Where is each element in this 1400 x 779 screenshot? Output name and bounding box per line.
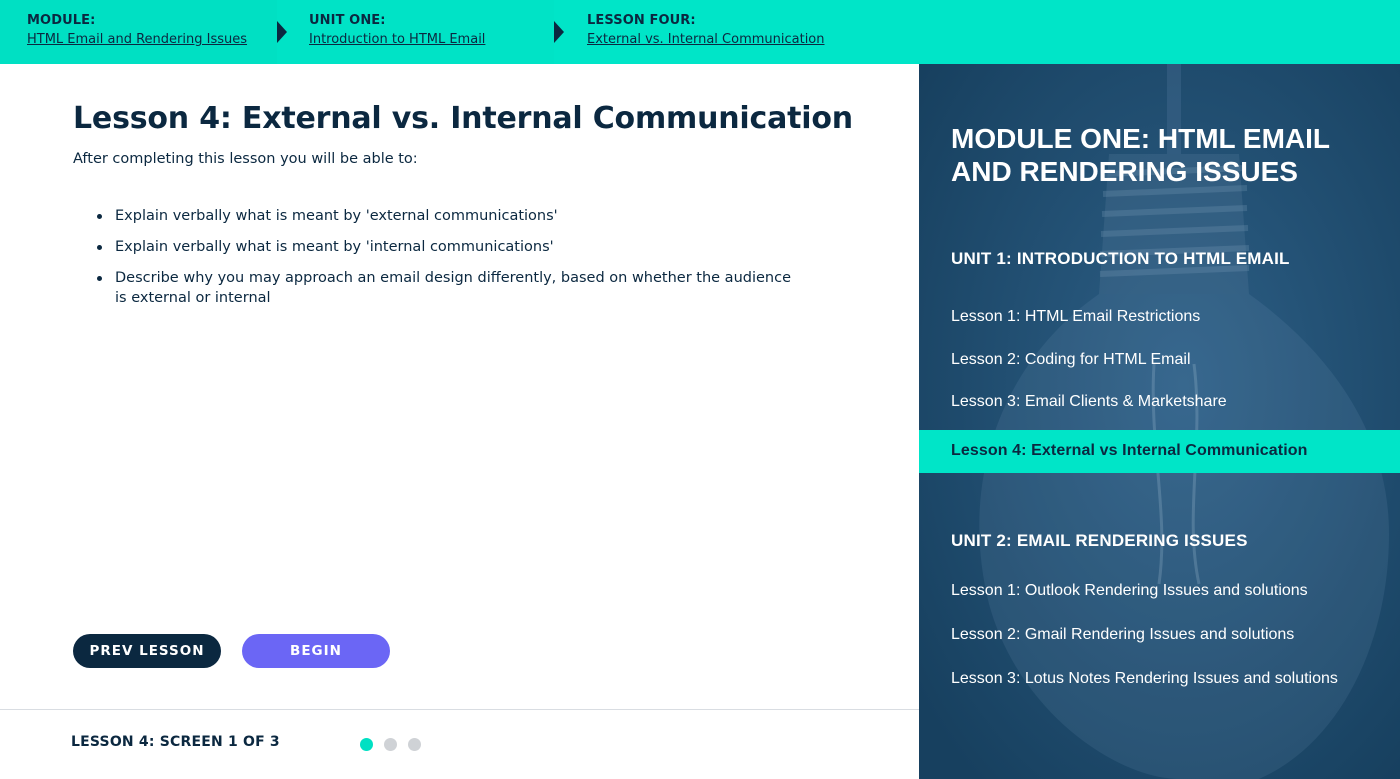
- sidebar-module-title: MODULE ONE: HTML EMAIL AND RENDERING ISS…: [951, 123, 1330, 187]
- objectives-list: Explain verbally what is meant by 'exter…: [96, 206, 796, 319]
- breadcrumb-module-title: MODULE:: [27, 13, 96, 28]
- sidebar-lesson-item[interactable]: Lesson 2: Gmail Rendering Issues and sol…: [951, 626, 1294, 644]
- objective-item: Describe why you may approach an email d…: [96, 268, 796, 308]
- course-sidebar: MODULE ONE: HTML EMAIL AND RENDERING ISS…: [919, 64, 1400, 779]
- breadcrumb-lesson: LESSON FOUR: External vs. Internal Commu…: [554, 0, 1400, 64]
- screen-dot-1[interactable]: [360, 738, 373, 751]
- lesson-intro: After completing this lesson you will be…: [73, 151, 418, 167]
- breadcrumb-module-link[interactable]: HTML Email and Rendering Issues: [27, 32, 277, 47]
- prev-lesson-button[interactable]: PREV LESSON: [73, 634, 221, 668]
- breadcrumb-unit-link[interactable]: Introduction to HTML Email: [309, 32, 554, 47]
- sidebar-lesson-item-active[interactable]: Lesson 4: External vs Internal Communica…: [919, 430, 1400, 473]
- chevron-right-icon: [554, 21, 564, 43]
- objective-item: Explain verbally what is meant by 'inter…: [96, 237, 796, 257]
- screen-dot-2[interactable]: [384, 738, 397, 751]
- breadcrumb-module: MODULE: HTML Email and Rendering Issues: [0, 0, 287, 64]
- page-title: Lesson 4: External vs. Internal Communic…: [73, 101, 853, 136]
- breadcrumb-lesson-link[interactable]: External vs. Internal Communication: [587, 32, 1400, 47]
- breadcrumb-bar: MODULE: HTML Email and Rendering Issues …: [0, 0, 1400, 64]
- sidebar-unit-1-title: UNIT 1: INTRODUCTION TO HTML EMAIL: [951, 249, 1290, 268]
- footer-divider: [0, 709, 919, 710]
- sidebar-active-lesson-label: Lesson 4: External vs Internal Communica…: [951, 442, 1308, 459]
- sidebar-lesson-item[interactable]: Lesson 1: Outlook Rendering Issues and s…: [951, 582, 1308, 600]
- screen-progress-label: LESSON 4: SCREEN 1 OF 3: [71, 734, 280, 750]
- sidebar-lesson-item[interactable]: Lesson 3: Lotus Notes Rendering Issues a…: [951, 670, 1338, 688]
- lesson-content: Lesson 4: External vs. Internal Communic…: [0, 64, 919, 779]
- sidebar-lesson-item[interactable]: Lesson 1: HTML Email Restrictions: [951, 308, 1200, 326]
- sidebar-lesson-item[interactable]: Lesson 2: Coding for HTML Email: [951, 351, 1191, 369]
- screen-dot-3[interactable]: [408, 738, 421, 751]
- sidebar-lesson-item[interactable]: Lesson 3: Email Clients & Marketshare: [951, 393, 1227, 411]
- objective-item: Explain verbally what is meant by 'exter…: [96, 206, 796, 226]
- begin-button[interactable]: BEGIN: [242, 634, 390, 668]
- breadcrumb-lesson-title: LESSON FOUR:: [587, 13, 696, 28]
- breadcrumb-unit: UNIT ONE: Introduction to HTML Email: [277, 0, 564, 64]
- breadcrumb-unit-title: UNIT ONE:: [309, 13, 386, 28]
- sidebar-unit-2-title: UNIT 2: EMAIL RENDERING ISSUES: [951, 531, 1248, 550]
- chevron-right-icon: [277, 21, 287, 43]
